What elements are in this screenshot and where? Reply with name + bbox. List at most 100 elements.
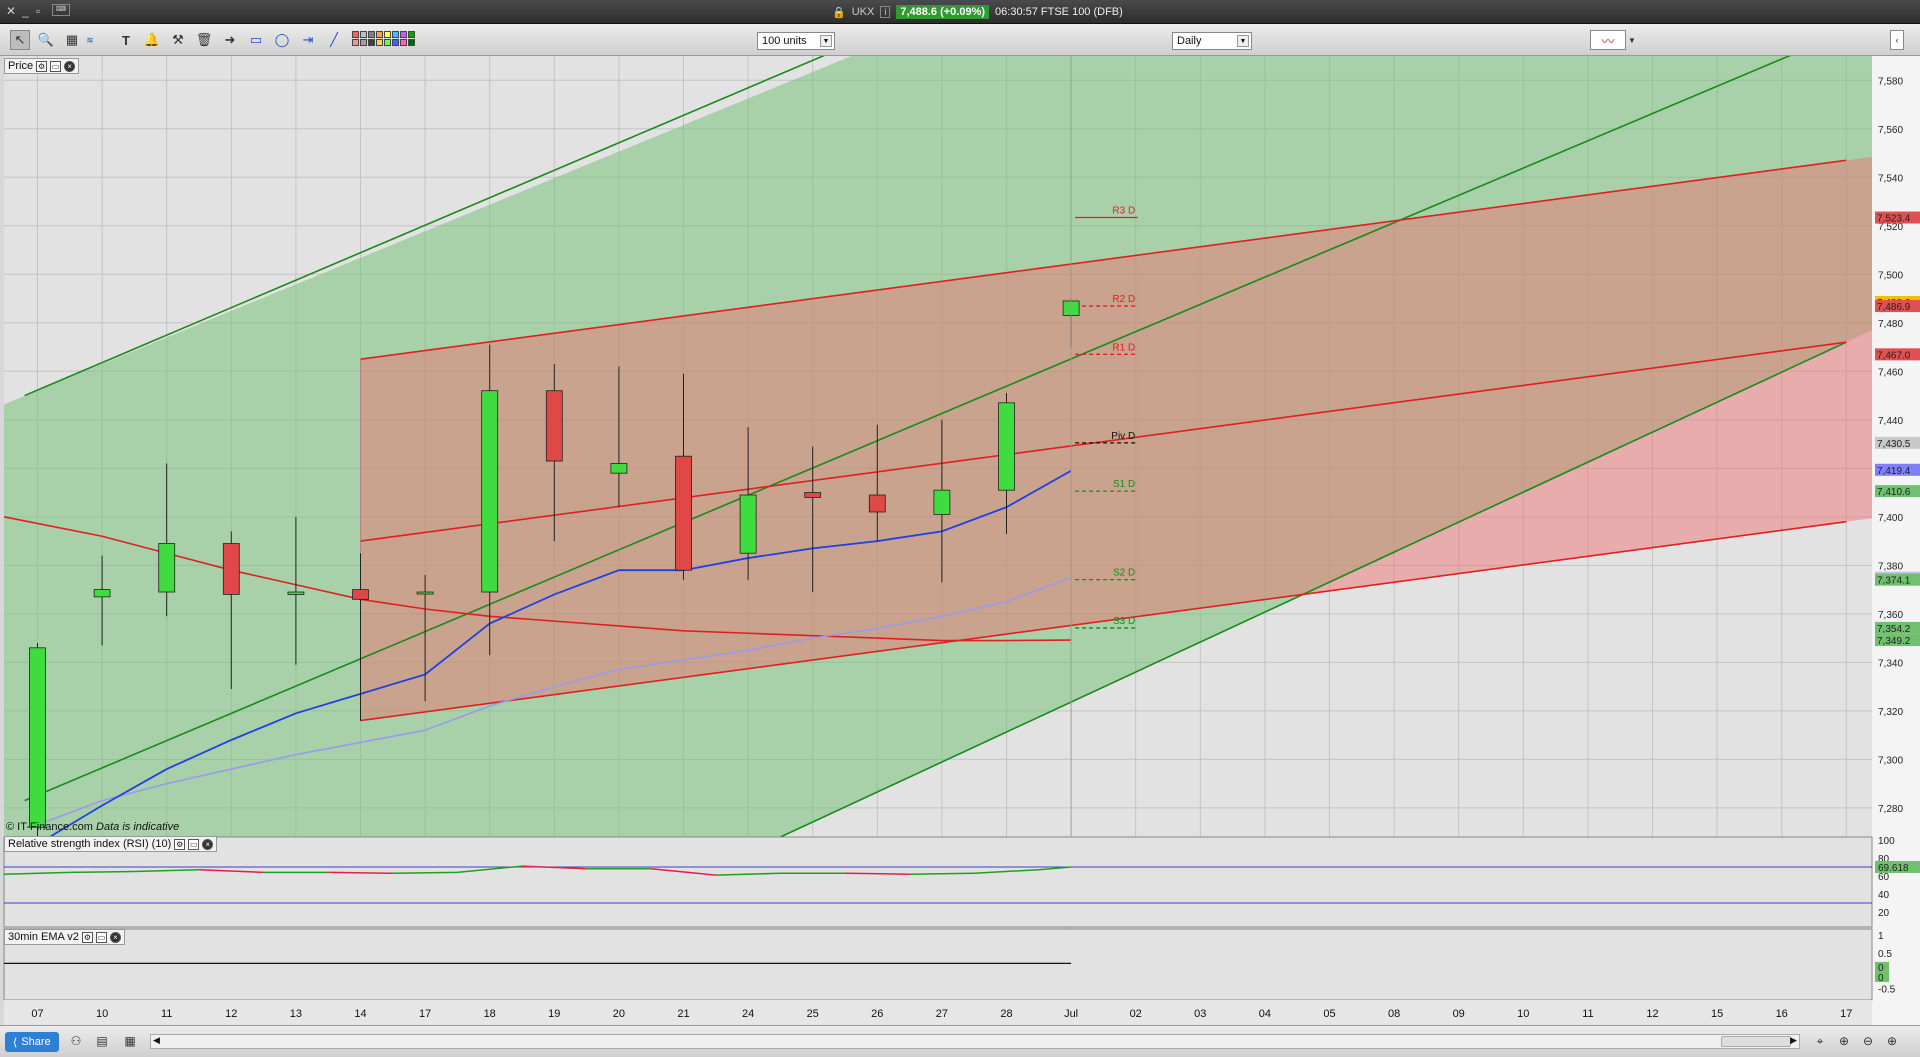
ellipse-tool-icon[interactable]: ◯ (272, 30, 292, 50)
close-icon[interactable]: × (109, 931, 121, 943)
instrument-code: UKX (851, 6, 875, 18)
time-axis-tick: 14 (354, 1008, 366, 1020)
zoom-out-icon[interactable]: ⊖ (1860, 1033, 1876, 1049)
price-chart-svg[interactable]: R3 D R2 D R1 D Piv D S1 D S2 D S3 D 7,580 7,560 7… (0, 56, 1920, 1025)
trend-line-tool-icon[interactable]: ╱ (324, 30, 344, 50)
share-icon: ⟨ (13, 1036, 18, 1049)
candle-body[interactable] (933, 489, 951, 515)
candle-body[interactable] (998, 402, 1015, 491)
time-axis-tick: 21 (677, 1008, 689, 1020)
color-swatch[interactable] (408, 31, 415, 38)
maximize-icon[interactable]: ▭ (95, 931, 107, 943)
zoom-tool-icon[interactable]: 🔍 (36, 30, 56, 50)
delete-trash-icon[interactable]: 🗑 (194, 30, 214, 50)
ema-axis-tick: -0.5 (1878, 984, 1896, 995)
time-and-market: 06:30:57 FTSE 100 (DFB) (995, 6, 1123, 18)
scroll-left-icon[interactable]: ◀ (153, 1035, 160, 1046)
interval-select[interactable]: Daily ▼ (1172, 32, 1252, 50)
color-swatch[interactable] (376, 31, 383, 38)
horizontal-line-tool-icon[interactable]: ⇥ (298, 30, 318, 50)
color-swatch[interactable] (360, 31, 367, 38)
copyright-brand: © IT-Finance.com (6, 821, 93, 833)
chevron-down-icon[interactable]: ▼ (1237, 35, 1249, 47)
ema-panel-bg (3, 928, 1873, 1001)
color-swatch[interactable] (408, 39, 415, 46)
time-axis-tick: 10 (1517, 1008, 1529, 1020)
cursor-chart-icon[interactable]: ⌖ (1812, 1033, 1828, 1049)
color-swatch[interactable] (400, 39, 407, 46)
candle-body[interactable] (481, 390, 499, 593)
chart-type-icon[interactable]: 〰 (1590, 30, 1626, 50)
pivot-label: R1 D (1112, 342, 1135, 353)
collapse-panel-icon[interactable]: ‹ (1890, 30, 1904, 50)
scroll-right-icon[interactable]: ▶ (1790, 1035, 1797, 1046)
keyboard-icon[interactable]: ⌨ (52, 4, 70, 16)
maximize-icon[interactable]: ▭ (188, 838, 200, 850)
units-select[interactable]: 100 units ▼ (757, 32, 835, 50)
time-axis-tick: 15 (1711, 1008, 1723, 1020)
close-icon[interactable]: × (64, 60, 76, 72)
scrollbar-thumb[interactable] (1721, 1036, 1791, 1047)
share-button[interactable]: ⟨ Share (5, 1032, 59, 1052)
ema-axis-tick: 0.5 (1878, 949, 1892, 960)
color-swatch[interactable] (352, 31, 359, 38)
pointer-tool-icon[interactable]: ↖ (10, 30, 30, 50)
zoom-fit-icon[interactable]: ⊕ (1836, 1033, 1852, 1049)
close-icon[interactable]: × (202, 838, 214, 850)
arrow-right-icon[interactable]: ➜ (220, 30, 240, 50)
candle-body[interactable] (739, 494, 757, 554)
candle-body[interactable] (416, 591, 434, 595)
rsi-value-text: 69.618 (1878, 863, 1909, 874)
maximize-icon[interactable]: ▭ (50, 60, 62, 72)
candle-body[interactable] (93, 589, 111, 598)
chart-area[interactable]: R3 D R2 D R1 D Piv D S1 D S2 D S3 D 7,580 7,560 7… (0, 56, 1920, 1025)
candle-body[interactable] (29, 647, 46, 828)
alert-bell-icon[interactable]: 🔔 (142, 30, 162, 50)
rsi-line-segment (328, 871, 393, 875)
fibonacci-tool-icon[interactable]: ≋ (80, 30, 100, 50)
wrench-icon[interactable]: ⚙ (174, 838, 186, 850)
color-swatch[interactable] (392, 31, 399, 38)
price-axis-tick: 7,320 (1878, 707, 1903, 718)
magnet-tool-icon[interactable]: ⚒ (168, 30, 188, 50)
color-swatch[interactable] (392, 39, 399, 46)
time-axis-tick: 28 (1000, 1008, 1012, 1020)
close-window-icon[interactable]: ✕ (6, 4, 16, 18)
chevron-down-icon[interactable]: ▼ (1626, 30, 1638, 50)
settings-grid-icon[interactable]: ▦ (122, 1033, 138, 1049)
color-swatch[interactable] (360, 39, 367, 46)
color-swatch[interactable] (400, 31, 407, 38)
time-axis-tick: 02 (1130, 1008, 1142, 1020)
zoom-in-icon[interactable]: ⊕ (1884, 1033, 1900, 1049)
candle-body[interactable] (675, 455, 692, 571)
color-swatch[interactable] (376, 39, 383, 46)
candle-body[interactable] (287, 591, 305, 595)
candle-body[interactable] (804, 492, 822, 498)
time-scrollbar[interactable]: ◀ ▶ (150, 1034, 1800, 1049)
time-axis-tick: 11 (161, 1008, 172, 1020)
price-axis-tick: 7,340 (1878, 658, 1903, 669)
color-swatch[interactable] (368, 39, 375, 46)
rectangle-tool-icon[interactable]: ▭ (246, 30, 266, 50)
layout-icon[interactable]: ▤ (94, 1033, 110, 1049)
minimize-window-icon[interactable]: _ (22, 4, 29, 18)
candle-body[interactable] (545, 390, 563, 462)
candle-body[interactable] (222, 543, 240, 595)
restore-window-icon[interactable]: ▫ (36, 4, 40, 18)
wrench-icon[interactable]: ⚙ (36, 60, 48, 72)
chevron-down-icon[interactable]: ▼ (820, 35, 832, 47)
info-icon[interactable]: i (880, 6, 891, 18)
text-tool-icon[interactable]: T (116, 30, 136, 50)
color-swatch[interactable] (384, 31, 391, 38)
candle-body[interactable] (352, 589, 369, 600)
link-icon[interactable]: ⚇ (68, 1033, 84, 1049)
color-swatch[interactable] (368, 31, 375, 38)
price-panel-title: Price (8, 60, 34, 72)
candle-body[interactable] (610, 463, 628, 474)
indicator-tool-icon[interactable]: ▦ (62, 30, 82, 50)
wrench-icon[interactable]: ⚙ (81, 931, 93, 943)
color-swatch[interactable] (384, 39, 391, 46)
color-swatch[interactable] (352, 39, 359, 46)
candle-body[interactable] (868, 494, 886, 513)
candle-body[interactable] (158, 543, 176, 593)
